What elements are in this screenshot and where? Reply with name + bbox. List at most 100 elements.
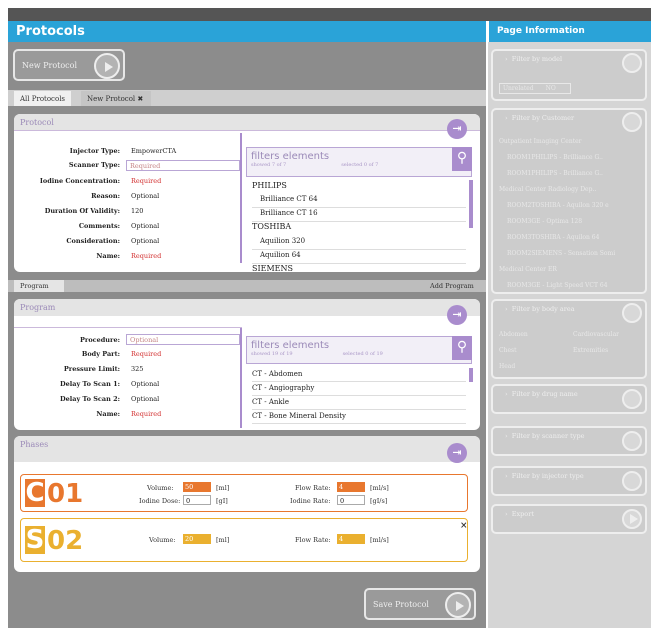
customer-list-item[interactable]: ROOM3GE - Light Speed VCT 64 bbox=[507, 282, 643, 289]
field-label: Duration Of Validity: bbox=[44, 207, 120, 215]
filter-icon[interactable] bbox=[622, 389, 642, 409]
phase-c01[interactable]: C 01 Volume: 50 [ml] Iodine Dose: 0 [gI]… bbox=[20, 474, 468, 512]
field-value[interactable]: EmpowerCTA bbox=[131, 147, 176, 155]
scanner-list-item[interactable]: Brilliance CT 64 bbox=[260, 195, 318, 203]
divider bbox=[252, 423, 466, 424]
export-panel[interactable]: › Export bbox=[491, 504, 647, 534]
filter-scanner-panel[interactable]: › Filter by scanner type bbox=[491, 426, 647, 456]
collapse-icon[interactable]: ⇥ bbox=[447, 119, 467, 139]
field-value[interactable]: 325 bbox=[131, 365, 143, 373]
program-section-title: Program bbox=[14, 299, 480, 316]
scanner-list-item[interactable]: Aquilion 64 bbox=[260, 251, 301, 259]
customer-list-item[interactable]: ROOM2TOSHIBA - Aquilon 320 e bbox=[507, 202, 643, 209]
scrollbar[interactable] bbox=[469, 368, 473, 382]
search-icon[interactable]: ⚲ bbox=[452, 336, 472, 360]
procedure-list-item[interactable]: CT - Abdomen bbox=[252, 370, 302, 378]
tab-all-protocols[interactable]: All Protocols bbox=[14, 91, 72, 106]
filter-body-label: Filter by body area bbox=[511, 305, 575, 313]
field-value[interactable]: Optional bbox=[131, 237, 159, 245]
field-value[interactable]: Required bbox=[131, 177, 161, 185]
volume-input[interactable]: 20 bbox=[183, 534, 211, 544]
divider bbox=[252, 409, 466, 410]
close-icon[interactable]: ✖ bbox=[137, 95, 143, 103]
tab-new-protocol[interactable]: New Protocol ✖ bbox=[81, 91, 151, 106]
customer-list-item[interactable]: ROOM3TOSHIBA - Aquilon 64 bbox=[507, 234, 643, 241]
body-item[interactable]: Abdomen bbox=[499, 331, 528, 338]
tab-program[interactable]: Program bbox=[14, 280, 64, 292]
iodine-rate-input[interactable]: 0 bbox=[337, 495, 365, 505]
filter-icon[interactable] bbox=[622, 112, 642, 132]
phase-letter: S bbox=[25, 525, 45, 555]
play-icon bbox=[94, 53, 120, 79]
body-item[interactable]: Head bbox=[499, 363, 515, 370]
close-icon[interactable]: × bbox=[460, 521, 468, 531]
procedure-value: Optional bbox=[130, 336, 159, 344]
add-program-link[interactable]: Add Program bbox=[430, 282, 474, 290]
procedure-list-item[interactable]: CT - Ankle bbox=[252, 398, 289, 406]
field-value[interactable]: Optional bbox=[131, 192, 159, 200]
filter-icon[interactable] bbox=[622, 303, 642, 323]
filter-drug-panel[interactable]: › Filter by drug name bbox=[491, 384, 647, 414]
collapse-icon[interactable]: ⇥ bbox=[447, 443, 467, 463]
scanner-list-item[interactable]: Brilliance CT 16 bbox=[260, 209, 318, 217]
scanner-list-item[interactable]: SIEMENS bbox=[252, 264, 293, 273]
field-value[interactable]: Required bbox=[131, 410, 161, 418]
procedure-list-item[interactable]: CT - Bone Mineral Density bbox=[252, 412, 346, 420]
field-value[interactable]: 120 bbox=[131, 207, 143, 215]
unrelated-label: Unrelated bbox=[503, 85, 534, 92]
phase-letter: C bbox=[25, 478, 45, 508]
new-protocol-button[interactable]: New Protocol bbox=[13, 49, 125, 81]
scanner-type-input[interactable]: Required bbox=[126, 160, 240, 171]
protocol-filter-box[interactable]: filters elements showed 7 of 7 selected 0… bbox=[246, 147, 472, 177]
field-value[interactable]: Optional bbox=[131, 395, 159, 403]
customer-list-item[interactable]: ROOM1PHILIPS - Brilliance G.. bbox=[507, 154, 643, 161]
volume-input[interactable]: 50 bbox=[183, 482, 211, 492]
program-filter-box[interactable]: filters elements showed 19 of 19 selected… bbox=[246, 336, 472, 364]
customer-list-item[interactable]: ROOM3GE - Optima 128 bbox=[507, 218, 643, 225]
customer-list-item[interactable]: Outpatient Imaging Center bbox=[499, 138, 635, 145]
search-icon[interactable]: ⚲ bbox=[452, 147, 472, 171]
flow-rate-input[interactable]: 4 bbox=[337, 534, 365, 544]
body-item[interactable]: Chest bbox=[499, 347, 517, 354]
divider bbox=[14, 327, 242, 328]
customer-list-item[interactable]: Medical Center ER bbox=[499, 266, 635, 273]
scanner-list-item[interactable]: Aquilion 320 bbox=[260, 237, 305, 245]
filter-icon[interactable] bbox=[622, 471, 642, 491]
field-value[interactable]: Required bbox=[131, 350, 161, 358]
field-label: Body Part: bbox=[81, 350, 120, 358]
customer-list-item[interactable]: ROOM2SIEMENS - Sensation Somi bbox=[507, 250, 643, 257]
phase-s02[interactable]: S 02 Volume: 20 [ml] Flow Rate: 4 [ml/s]… bbox=[20, 518, 468, 562]
iodine-dose-input[interactable]: 0 bbox=[183, 495, 211, 505]
field-label: Reason: bbox=[91, 192, 120, 200]
field-label: Pressure Limit: bbox=[63, 365, 120, 373]
page-title: Protocols bbox=[8, 21, 486, 42]
body-item[interactable]: Cardiovascular bbox=[573, 331, 619, 338]
filter-icon[interactable] bbox=[622, 53, 642, 73]
play-icon[interactable] bbox=[622, 509, 642, 529]
filter-selected: selected 0 of 19 bbox=[342, 351, 383, 357]
filter-injector-panel[interactable]: › Filter by injector type bbox=[491, 466, 647, 496]
save-protocol-button[interactable]: Save Protocol bbox=[364, 588, 476, 620]
scrollbar[interactable] bbox=[469, 180, 473, 228]
flow-rate-unit: [ml/s] bbox=[370, 536, 389, 544]
flow-rate-input[interactable]: 4 bbox=[337, 482, 365, 492]
scanner-list-item[interactable]: TOSHIBA bbox=[252, 222, 291, 231]
filter-body-panel[interactable]: › Filter by body area Abdomen Cardiovasc… bbox=[491, 299, 647, 379]
field-value[interactable]: Required bbox=[131, 252, 161, 260]
filter-model-panel[interactable]: › Filter by model Unrelated NO bbox=[491, 49, 647, 101]
filter-customer-panel[interactable]: › Filter by Customer Outpatient Imaging … bbox=[491, 108, 647, 294]
procedure-list-item[interactable]: CT - Angiography bbox=[252, 384, 314, 392]
field-value[interactable]: Optional bbox=[131, 380, 159, 388]
divider bbox=[252, 207, 466, 208]
customer-list-item[interactable]: Medical Center Radiology Dep.. bbox=[499, 186, 635, 193]
field-label: Comments: bbox=[78, 222, 120, 230]
filter-icon[interactable] bbox=[622, 431, 642, 451]
unrelated-field[interactable]: Unrelated NO bbox=[499, 83, 571, 94]
customer-list-item[interactable]: ROOM1PHILIPS - Brilliance G.. bbox=[507, 170, 643, 177]
scanner-list-item[interactable]: PHILIPS bbox=[252, 181, 287, 190]
collapse-icon[interactable]: ⇥ bbox=[447, 305, 467, 325]
procedure-input[interactable]: Optional bbox=[126, 334, 240, 345]
field-value[interactable]: Optional bbox=[131, 222, 159, 230]
field-label: Consideration: bbox=[66, 237, 120, 245]
body-item[interactable]: Extremities bbox=[573, 347, 608, 354]
